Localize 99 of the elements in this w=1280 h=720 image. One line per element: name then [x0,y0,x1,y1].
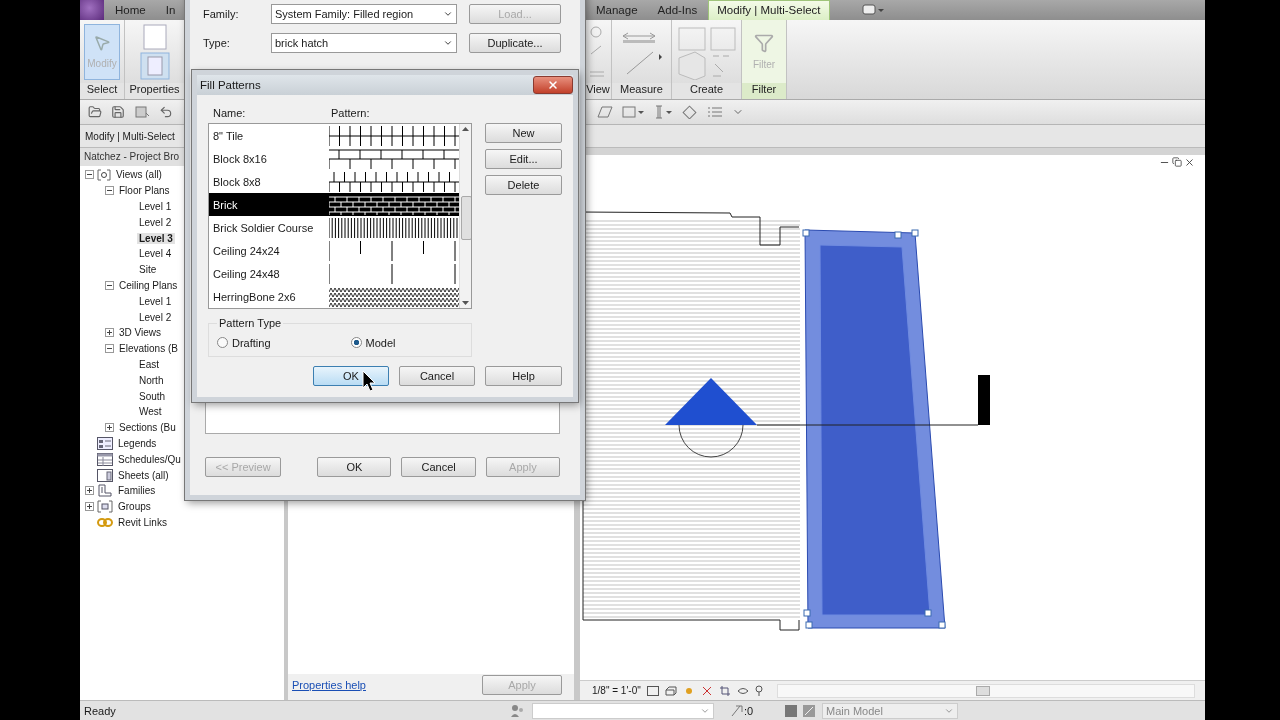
workset-field[interactable] [532,702,714,719]
column-header: Pattern: [331,107,371,121]
ribbon-tab[interactable]: In [156,0,185,20]
panel-toggle-icon[interactable] [861,4,884,16]
type-dropdown[interactable]: brick hatch [271,33,457,53]
field-label: Family: [203,8,240,20]
field-label: Type: [203,37,231,49]
tree-item[interactable]: Floor Plans [117,185,172,197]
tree-item[interactable]: Elevations (B [117,343,180,355]
dialog-title: Fill Patterns [200,79,261,91]
mouse-cursor-icon [362,370,376,392]
legend-icon [97,436,113,450]
panel-label: Create [672,83,741,99]
ribbon-tab[interactable]: Add-Ins [648,0,707,20]
panel-label: View [585,83,611,99]
collapse-toggle[interactable] [105,186,114,196]
sheet-icon [97,468,113,482]
family-dropdown[interactable]: System Family: Filled region [271,4,457,24]
dialog-button[interactable]: OK [313,366,389,386]
family-icon [97,484,113,498]
tree-item[interactable]: North [137,374,166,386]
tree-item[interactable]: Families [116,485,158,497]
tree-item[interactable]: 3D Views [117,327,164,339]
crop-icon[interactable] [718,684,731,697]
ribbon-tab[interactable]: Home [106,0,155,20]
close-button[interactable] [533,76,573,94]
dialog-button[interactable]: New [485,123,562,143]
dialog-button[interactable]: Cancel [399,366,475,386]
tree-item[interactable]: Level 2 [137,216,174,228]
restore-icon[interactable] [1172,157,1182,167]
scroll-down-icon[interactable] [462,301,469,305]
section-head [978,375,990,425]
panel-label: Properties [125,83,184,99]
panel-label: Measure [612,83,671,99]
options-bar-label: Modify | Multi-Select [85,130,175,142]
visual-style-icon[interactable] [664,685,677,696]
tree-item[interactable]: Sheets (all) [116,469,171,481]
pointer-icon [93,34,111,52]
shadows-icon[interactable] [700,684,713,697]
view-scale[interactable]: 1/8" = 1'-0" [592,685,641,696]
tree-item[interactable]: East [137,358,161,370]
open-icon[interactable] [88,105,102,119]
tree-item[interactable]: Views (all) [114,169,164,181]
views-icon [97,168,111,181]
table-icon [97,452,113,466]
expand-toggle[interactable] [105,328,114,338]
lightbulb-icon[interactable] [754,684,763,697]
dialog-button[interactable]: Delete [485,175,562,195]
funnel-icon [754,33,774,53]
save-icon[interactable] [111,105,125,119]
tree-item[interactable]: West [137,406,164,418]
pattern-row[interactable]: Brick [209,193,459,216]
horizontal-scrollbar[interactable] [776,683,1195,698]
expand-toggle[interactable] [85,502,94,512]
scroll-thumb[interactable] [461,196,471,240]
chain-link-icon [97,517,113,527]
tree-item[interactable]: Sections (Bu [117,422,178,434]
tree-item[interactable]: Schedules/Qu [116,453,183,465]
column-icon[interactable] [653,105,673,119]
worksets-icon[interactable] [510,703,526,718]
tree-item[interactable]: Level 1 [137,295,174,307]
tree-item[interactable]: Ceiling Plans [117,279,180,291]
column-header: Name: [213,107,247,121]
tree-item[interactable]: Level 1 [137,201,174,212]
duplicate-button[interactable]: Duplicate... [469,33,561,53]
vertical-scrollbar[interactable] [459,124,471,308]
radio-option[interactable]: Model [350,336,396,349]
expand-toggle[interactable] [105,423,114,433]
ribbon-tab[interactable]: Manage [587,0,647,20]
close-icon [547,79,559,91]
group-label: Pattern Type [218,317,283,329]
tree-item[interactable]: Groups [116,501,153,513]
scroll-up-icon[interactable] [462,127,469,131]
panel-label: Select [80,83,124,99]
properties-help-link[interactable]: Properties help [292,679,366,691]
dialog-button[interactable]: Edit... [485,149,562,169]
undo-icon[interactable] [159,105,173,119]
tree-item[interactable]: Site [137,264,159,276]
detail-level-icon[interactable] [646,685,659,696]
tree-item[interactable]: Level 3 [137,232,175,244]
panel-label: Filter [742,83,786,99]
dialog-button[interactable]: OK [317,457,392,477]
tree-item[interactable]: Revit Links [116,516,169,528]
collapse-toggle[interactable] [85,170,94,180]
tree-item[interactable]: Level 4 [137,248,174,260]
counter-text: :0 [744,704,755,717]
dialog-button[interactable]: Cancel [401,457,476,477]
tree-item[interactable]: South [137,390,168,402]
collapse-toggle[interactable] [105,344,114,354]
expand-toggle[interactable] [85,486,94,496]
tree-item[interactable]: Legends [116,437,159,449]
close-icon[interactable] [1184,157,1195,168]
tree-item[interactable]: Level 2 [137,311,174,323]
radio-option[interactable]: Drafting [217,336,271,349]
ribbon-tab[interactable]: Modify | Multi-Select [708,0,830,20]
status-text: Ready [83,704,117,717]
collapse-toggle[interactable] [105,280,114,290]
dialog-button[interactable]: Help [485,366,562,386]
group-icon [97,500,113,514]
